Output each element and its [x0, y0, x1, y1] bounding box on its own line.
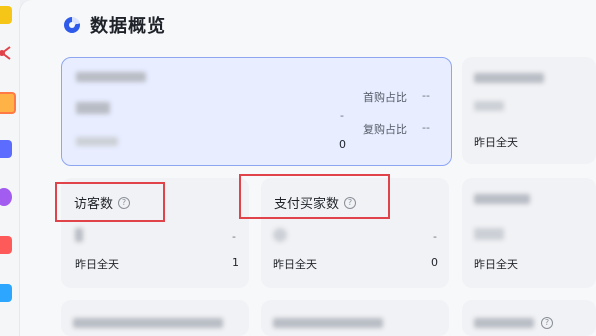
app-icon-yellow[interactable] [0, 6, 12, 24]
first-purchase-label: 首购占比 [363, 91, 407, 104]
blurred-label [474, 194, 530, 204]
section-header: 数据概览 [42, 12, 166, 38]
app-icon-red[interactable] [0, 236, 12, 254]
summary-card[interactable]: 首购占比 -- - 复购占比 -- 0 [61, 57, 452, 166]
app-icon-network[interactable] [0, 44, 12, 62]
visitors-yesterday-value: 1 [232, 256, 239, 269]
blurred-label [474, 73, 544, 83]
metric-card-bottom-2[interactable] [261, 300, 449, 336]
app-icon-purple[interactable] [0, 188, 12, 206]
blurred-label [73, 318, 223, 328]
blurred-value [76, 102, 110, 114]
blurred-label [474, 318, 534, 328]
app-icon-blue[interactable] [0, 284, 12, 302]
buyers-highlight-box [239, 174, 390, 219]
app-icon-orange[interactable] [0, 92, 16, 114]
yesterday-label: 昨日全天 [474, 136, 518, 149]
metric-card-bottom-1[interactable] [61, 300, 249, 336]
summary-zero-value: 0 [339, 138, 346, 151]
yesterday-label: 昨日全天 [75, 258, 119, 271]
first-purchase-value: -- [422, 89, 430, 102]
blurred-label [273, 318, 383, 328]
data-overview-icon [64, 17, 80, 33]
page-title: 数据概览 [90, 16, 166, 37]
blurred-value [474, 101, 504, 111]
blurred-caption [76, 137, 118, 146]
visitors-highlight-box [55, 182, 165, 222]
blurred-value [474, 228, 504, 240]
repeat-purchase-value: -- [422, 121, 430, 134]
metric-card-right-mid[interactable]: 昨日全天 [462, 178, 596, 288]
buyers-yesterday-value: 0 [431, 256, 438, 269]
metric-card-right-top[interactable]: 昨日全天 [462, 57, 596, 164]
blurred-label [76, 72, 146, 82]
summary-dash-value: - [340, 109, 344, 122]
app-sidebar [0, 0, 20, 336]
blurred-value [273, 228, 287, 242]
help-icon[interactable]: ? [541, 317, 553, 329]
visitors-dash-value: - [232, 230, 236, 243]
blurred-value [75, 228, 83, 242]
metric-card-bottom-3[interactable]: ? [462, 300, 596, 336]
yesterday-label: 昨日全天 [474, 258, 518, 271]
yesterday-label: 昨日全天 [273, 258, 317, 271]
repeat-purchase-label: 复购占比 [363, 123, 407, 136]
buyers-dash-value: - [433, 230, 437, 243]
app-icon-chart[interactable] [0, 140, 12, 158]
